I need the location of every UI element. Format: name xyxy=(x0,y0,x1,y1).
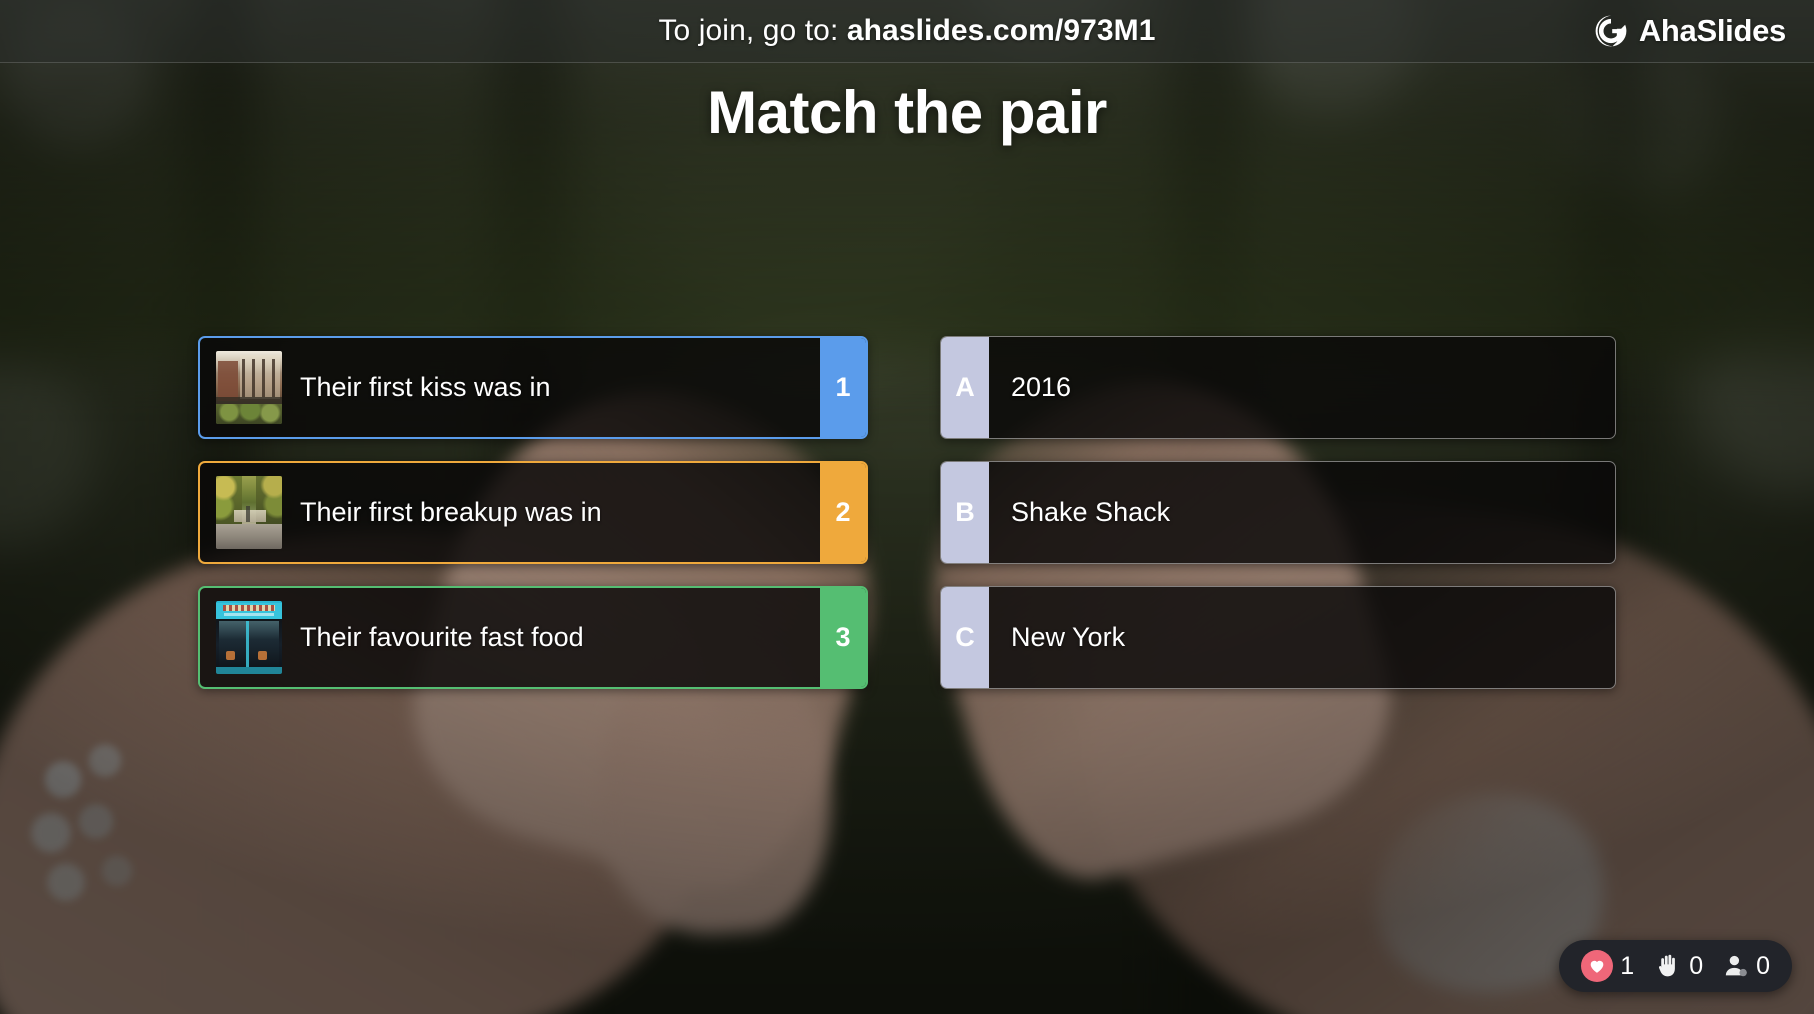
prompt-text-1: Their first kiss was in xyxy=(300,372,551,403)
prompt-text-3: Their favourite fast food xyxy=(300,622,584,653)
prompt-body-1: Their first kiss was in xyxy=(200,338,820,437)
answer-text-b: Shake Shack xyxy=(1011,497,1171,527)
audience-status-bar: 1 0 0 xyxy=(1559,940,1792,992)
answer-letter-badge-b: B xyxy=(941,462,989,563)
join-prefix-text: To join, go to: xyxy=(658,14,847,47)
prompt-number-badge-1: 1 xyxy=(820,338,866,437)
answer-column: A 2016 B Shake Shack C New York xyxy=(940,336,1616,689)
reaction-count: 1 xyxy=(1620,951,1635,980)
prompt-number-badge-3: 3 xyxy=(820,588,866,687)
prompt-body-3: Their favourite fast food xyxy=(200,588,820,687)
prompt-text-2: Their first breakup was in xyxy=(300,497,602,528)
heart-icon xyxy=(1581,950,1614,982)
match-the-pair-board: Their first kiss was in 1 Their first br… xyxy=(198,336,1616,689)
answer-card-b[interactable]: B Shake Shack xyxy=(940,461,1616,564)
answer-card-c[interactable]: C New York xyxy=(940,586,1616,689)
join-bar: To join, go to: ahaslides.com/973M1 AhaS… xyxy=(0,0,1814,63)
answer-text-a: 2016 xyxy=(1011,372,1072,402)
join-code-text: ahaslides.com/973M1 xyxy=(846,14,1156,47)
prompt-column: Their first kiss was in 1 Their first br… xyxy=(198,336,868,689)
raised-hand-icon xyxy=(1654,952,1682,980)
prompt-number-badge-2: 2 xyxy=(820,463,866,562)
participant-counter[interactable]: 0 xyxy=(1723,952,1770,981)
answer-letter-badge-a: A xyxy=(941,337,989,438)
answer-letter-badge-c: C xyxy=(941,587,989,688)
tree-lined-road-thumbnail xyxy=(216,476,282,549)
participant-count: 0 xyxy=(1756,951,1770,980)
reaction-counter[interactable]: 1 xyxy=(1581,950,1634,982)
raised-hand-count: 0 xyxy=(1689,951,1704,980)
ahaslides-logo-icon xyxy=(1594,14,1628,48)
person-icon xyxy=(1723,953,1749,979)
answer-text-c: New York xyxy=(1011,622,1126,652)
ahaslides-brand: AhaSlides xyxy=(1594,13,1786,49)
raised-hand-counter[interactable]: 0 xyxy=(1654,952,1703,981)
prompt-card-1[interactable]: Their first kiss was in 1 xyxy=(198,336,868,439)
answer-card-a[interactable]: A 2016 xyxy=(940,336,1616,439)
prompt-body-2: Their first breakup was in xyxy=(200,463,820,562)
prompt-card-2[interactable]: Their first breakup was in 2 xyxy=(198,461,868,564)
page-title: Match the pair xyxy=(707,79,1107,146)
join-instruction: To join, go to: ahaslides.com/973M1 xyxy=(658,14,1155,48)
storefront-thumbnail xyxy=(216,601,282,674)
prompt-card-3[interactable]: Their favourite fast food 3 xyxy=(198,586,868,689)
pub-building-thumbnail xyxy=(216,351,282,424)
brand-name-text: AhaSlides xyxy=(1638,13,1786,48)
